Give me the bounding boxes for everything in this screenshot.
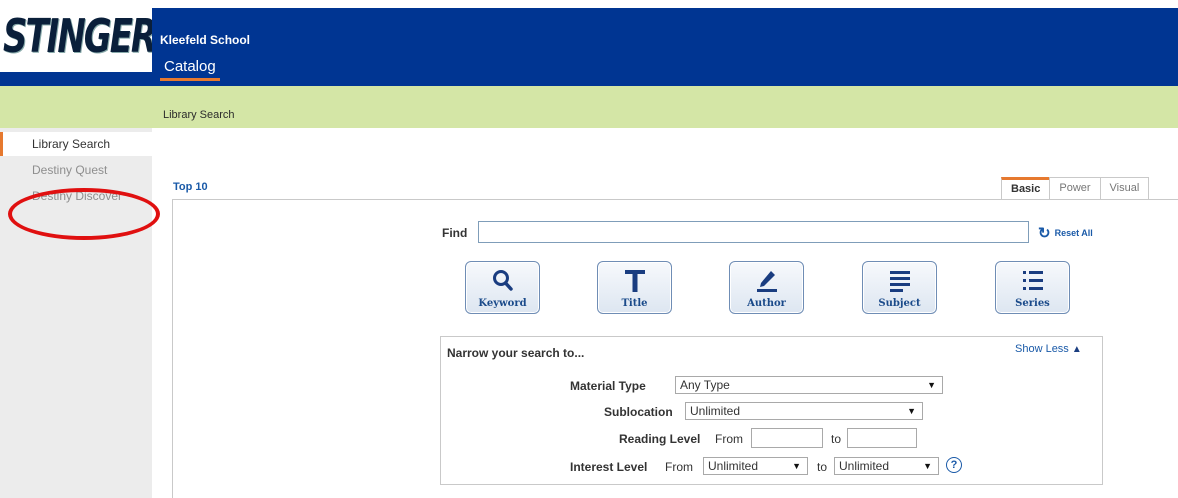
triangle-up-icon: ▲ [1071, 343, 1082, 355]
show-less-label: Show Less [1015, 343, 1069, 355]
highlight-circle-annotation [8, 188, 160, 240]
stingers-logo[interactable]: STINGERS [0, 8, 152, 72]
dropdown-arrow-icon: ▼ [792, 461, 801, 471]
interest-to-label: to [817, 460, 828, 474]
title-label: Title [621, 298, 648, 309]
material-type-label: Material Type [570, 379, 646, 393]
series-label: Series [1015, 298, 1050, 309]
reset-all-label: Reset All [1054, 228, 1093, 238]
reading-to-label: to [831, 432, 842, 446]
sublocation-label: Sublocation [604, 405, 673, 419]
reading-from-label: From [715, 432, 743, 446]
interest-level-label: Interest Level [570, 460, 648, 474]
dropdown-arrow-icon: ▼ [927, 380, 936, 390]
material-type-select[interactable]: Any Type ▼ [675, 376, 943, 394]
sidebar: Library Search Destiny Quest Destiny Dis… [0, 128, 152, 498]
tab-basic[interactable]: Basic [1001, 177, 1051, 199]
numbered-list-icon [1022, 271, 1043, 290]
top-10-link[interactable]: Top 10 [173, 181, 208, 193]
dropdown-arrow-icon: ▼ [923, 461, 932, 471]
interest-level-to-select[interactable]: Unlimited ▼ [834, 457, 939, 475]
subject-label: Subject [878, 298, 921, 309]
sublocation-value: Unlimited [690, 404, 741, 418]
interest-level-from-select[interactable]: Unlimited ▼ [703, 457, 808, 475]
reading-level-label: Reading Level [619, 432, 701, 446]
dropdown-arrow-icon: ▼ [907, 406, 916, 416]
interest-from-value: Unlimited [708, 459, 759, 473]
lines-icon [889, 271, 910, 292]
letter-t-icon [624, 270, 645, 292]
reading-level-from-input[interactable] [751, 428, 823, 448]
material-type-value: Any Type [680, 378, 730, 392]
author-button[interactable]: Author [729, 261, 804, 314]
keyword-button[interactable]: Keyword [465, 261, 540, 314]
pen-icon [756, 271, 777, 292]
title-button[interactable]: Title [597, 261, 672, 314]
reading-level-to-input[interactable] [847, 428, 917, 448]
sidebar-item-library-search[interactable]: Library Search [0, 132, 152, 156]
interest-to-value: Unlimited [839, 459, 890, 473]
site-header: STINGERS Kleefeld School Catalog [0, 8, 1178, 86]
search-mode-tabs: Basic Power Visual [1001, 177, 1150, 199]
show-less-link[interactable]: Show Less ▲ [1015, 343, 1082, 355]
series-button[interactable]: Series [995, 261, 1070, 314]
narrow-search-title: Narrow your search to... [447, 346, 585, 360]
refresh-icon: ↻ [1038, 225, 1051, 242]
reset-all-button[interactable]: ↻ Reset All [1038, 224, 1093, 242]
keyword-label: Keyword [478, 298, 527, 309]
sidebar-item-destiny-quest[interactable]: Destiny Quest [0, 158, 152, 182]
find-input[interactable] [478, 221, 1029, 243]
interest-from-label: From [665, 460, 693, 474]
sublocation-select[interactable]: Unlimited ▼ [685, 402, 923, 420]
author-label: Author [747, 298, 786, 309]
subject-button[interactable]: Subject [862, 261, 937, 314]
tab-power[interactable]: Power [1049, 177, 1101, 199]
help-icon[interactable]: ? [946, 457, 962, 473]
tab-visual[interactable]: Visual [1099, 177, 1150, 199]
find-label: Find [442, 226, 468, 240]
breadcrumb-bar: Library Search [0, 86, 1178, 128]
magnifier-icon [492, 270, 513, 291]
logo-wordmark: STINGERS [3, 10, 152, 64]
breadcrumb: Library Search [163, 109, 235, 121]
school-name: Kleefeld School [160, 33, 251, 47]
tab-catalog[interactable]: Catalog [160, 58, 220, 81]
